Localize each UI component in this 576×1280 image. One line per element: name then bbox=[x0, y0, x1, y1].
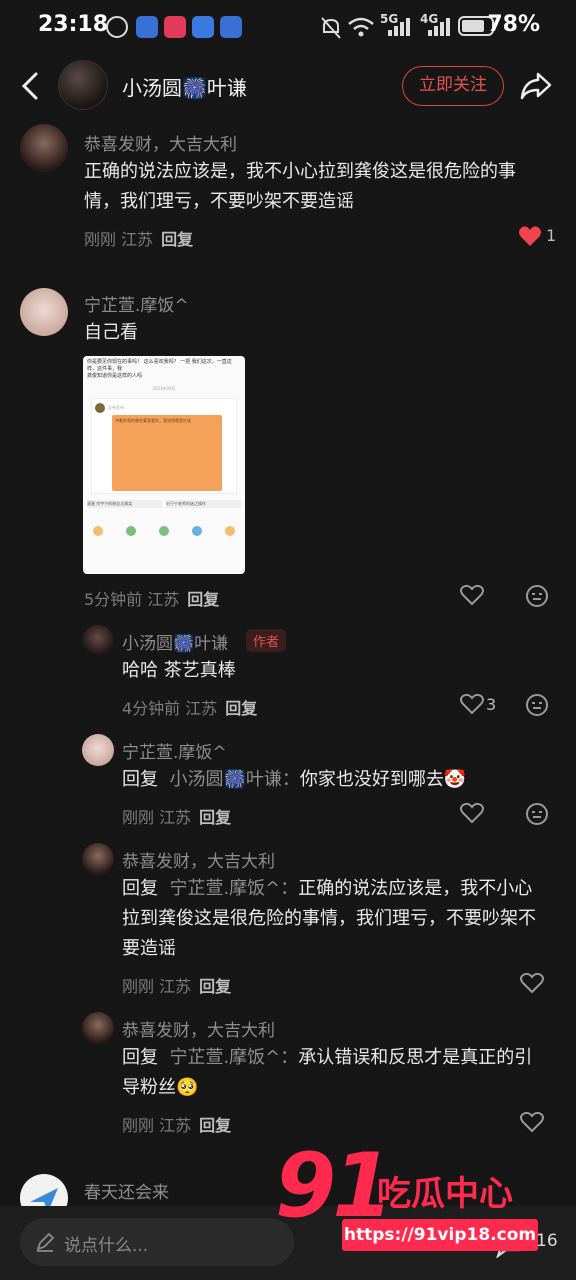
mute-icon bbox=[321, 17, 341, 39]
comment-text: 回复 宁芷萱.摩饭^：正确的说法应该是，我不小心 bbox=[122, 874, 532, 904]
comment-time: 刚刚 江苏 bbox=[122, 977, 192, 996]
image-text: 你是要见你现在的事吗！ 这么喜欢我吗？ 一把 我们这次，一直这样，这件事，我 bbox=[87, 359, 232, 372]
comment-text: 回复 小汤圆🎆叶谦：你家也没好到哪去🤡 bbox=[122, 765, 466, 795]
comment-time: 刚刚 江苏 bbox=[122, 808, 192, 827]
reply-target[interactable]: 小汤圆🎆叶谦： bbox=[169, 769, 299, 790]
back-arrow-icon[interactable] bbox=[16, 68, 44, 104]
comment-time: 5分钟前 江苏 bbox=[84, 590, 180, 609]
comment-text: 哈哈 茶艺真棒 bbox=[122, 660, 236, 681]
reply-prefix: 回复 bbox=[122, 878, 158, 899]
comment-text: 情，我们理亏，不要吵架不要造谣 bbox=[84, 191, 354, 212]
battery-percent: 78% bbox=[487, 12, 540, 37]
reply-button[interactable]: 回复 bbox=[199, 808, 231, 827]
comment-meta: 刚刚 江苏 回复 bbox=[122, 973, 231, 997]
reply-button[interactable]: 回复 bbox=[199, 1116, 231, 1135]
top-nav: 小汤圆🎆叶谦 立即关注 bbox=[0, 56, 576, 118]
heart-icon[interactable] bbox=[460, 693, 484, 715]
avatar[interactable] bbox=[82, 625, 114, 657]
reply-prefix: 回复 bbox=[122, 769, 158, 790]
reply-body: 承认错误和反思才是真正的引 bbox=[298, 1047, 533, 1068]
heart-icon[interactable] bbox=[460, 802, 484, 824]
watermark-title: 吃瓜中心 bbox=[377, 1174, 513, 1214]
comment-text: 正确的说法应该是，我不小心拉到龚俊这是很危险的事 bbox=[84, 161, 516, 182]
like-count: 1 bbox=[546, 226, 557, 245]
avatar[interactable] bbox=[20, 124, 68, 172]
comment-input[interactable]: 说点什么... bbox=[20, 1218, 294, 1266]
image-text: 对于宁老师的迷之操作 bbox=[166, 500, 241, 508]
commenter-name[interactable]: 恭喜发财，大吉大利 bbox=[84, 130, 237, 155]
app-notify-icon bbox=[220, 16, 242, 38]
dislike-icon[interactable] bbox=[525, 584, 549, 608]
status-bar: 23:18 5G 4G 78% bbox=[0, 0, 576, 56]
comment-meta: 刚刚 江苏 回复 bbox=[84, 226, 193, 250]
reply-button[interactable]: 回复 bbox=[161, 230, 193, 249]
signal-icon bbox=[428, 18, 450, 36]
reply-prefix: 回复 bbox=[122, 1047, 158, 1068]
commenter-name[interactable]: 恭喜发财，大吉大利 bbox=[122, 1016, 275, 1041]
author-badge: 作者 bbox=[246, 629, 287, 652]
signal-icon bbox=[388, 18, 410, 36]
heart-icon[interactable] bbox=[520, 1111, 544, 1133]
reply-target[interactable]: 宁芷萱.摩饭^： bbox=[169, 1047, 298, 1068]
commenter-name[interactable]: 宁芷萱.摩饭^ bbox=[84, 291, 189, 316]
image-text: 龚俊知道你是这样的人吗 bbox=[87, 373, 143, 379]
comment-time: 刚刚 江苏 bbox=[84, 230, 154, 249]
commenter-name[interactable]: 恭喜发财，大吉大利 bbox=[122, 847, 275, 872]
follow-button[interactable]: 立即关注 bbox=[402, 66, 504, 106]
comment-text: 要造谣 bbox=[122, 938, 176, 959]
reply-button[interactable]: 回复 bbox=[225, 699, 257, 718]
avatar[interactable] bbox=[82, 734, 114, 766]
comment-time: 4分钟前 江苏 bbox=[122, 699, 218, 718]
reply-body: 你家也没好到哪去🤡 bbox=[299, 769, 467, 790]
image-text: 没有发布 bbox=[108, 405, 124, 410]
comment-image[interactable]: 你是要见你现在的事吗！ 这么喜欢我吗？ 一把 我们这次，一直这样，这件事，我 龚… bbox=[83, 356, 245, 574]
comment-time: 刚刚 江苏 bbox=[122, 1116, 192, 1135]
app-notify-icon bbox=[192, 16, 214, 38]
dislike-icon[interactable] bbox=[525, 802, 549, 826]
pencil-icon bbox=[36, 1232, 55, 1252]
comment-count: 16 bbox=[536, 1231, 558, 1251]
image-text: 冲着你我的哪些事我爱你，我觉得就是应该 bbox=[112, 415, 222, 491]
reply-target[interactable]: 宁芷萱.摩饭^： bbox=[169, 878, 298, 899]
commenter-name[interactable]: 小汤圆🎆叶谦 bbox=[122, 629, 228, 654]
app-notify-icon bbox=[164, 16, 186, 38]
avatar[interactable] bbox=[82, 1012, 114, 1044]
comment-meta: 5分钟前 江苏 回复 bbox=[84, 586, 219, 610]
reply-button[interactable]: 回复 bbox=[199, 977, 231, 996]
heart-icon[interactable] bbox=[520, 972, 544, 994]
comment-meta: 4分钟前 江苏 回复 bbox=[122, 695, 257, 719]
comment-text: 导粉丝🥺 bbox=[122, 1077, 199, 1098]
comment-text: 拉到龚俊这是很危险的事情，我们理亏，不要吵架不 bbox=[122, 908, 536, 929]
watermark-url: https://91vip18.com bbox=[342, 1219, 538, 1251]
image-text: 滚蛋 刘宇宁的粉丝太搞笑 bbox=[87, 500, 162, 508]
comment-text: 回复 宁芷萱.摩饭^：承认错误和反思才是真正的引 bbox=[122, 1043, 532, 1073]
like-count: 3 bbox=[486, 695, 497, 714]
author-name[interactable]: 小汤圆🎆叶谦 bbox=[122, 72, 247, 101]
app-notify-icon bbox=[136, 16, 158, 38]
avatar[interactable] bbox=[20, 288, 68, 336]
comment-text: 自己看 bbox=[84, 322, 138, 343]
comment-meta: 刚刚 江苏 回复 bbox=[122, 1112, 231, 1136]
reply-body: 正确的说法应该是，我不小心 bbox=[298, 878, 533, 899]
reply-button[interactable]: 回复 bbox=[187, 590, 219, 609]
heart-filled-icon[interactable] bbox=[518, 225, 542, 247]
comment-meta: 刚刚 江苏 回复 bbox=[122, 804, 231, 828]
image-text: 2023年09月 bbox=[152, 386, 176, 391]
heart-icon[interactable] bbox=[460, 584, 484, 606]
alarm-icon bbox=[106, 16, 128, 38]
commenter-name[interactable]: 宁芷萱.摩饭^ bbox=[122, 738, 227, 763]
avatar[interactable] bbox=[82, 843, 114, 875]
share-icon[interactable] bbox=[518, 68, 554, 104]
dislike-icon[interactable] bbox=[525, 693, 549, 717]
status-time: 23:18 bbox=[38, 12, 109, 37]
wifi-icon bbox=[348, 17, 374, 37]
commenter-name[interactable]: 春天还会来 bbox=[84, 1178, 169, 1203]
comment-placeholder: 说点什么... bbox=[64, 1236, 149, 1256]
author-avatar[interactable] bbox=[58, 60, 108, 110]
